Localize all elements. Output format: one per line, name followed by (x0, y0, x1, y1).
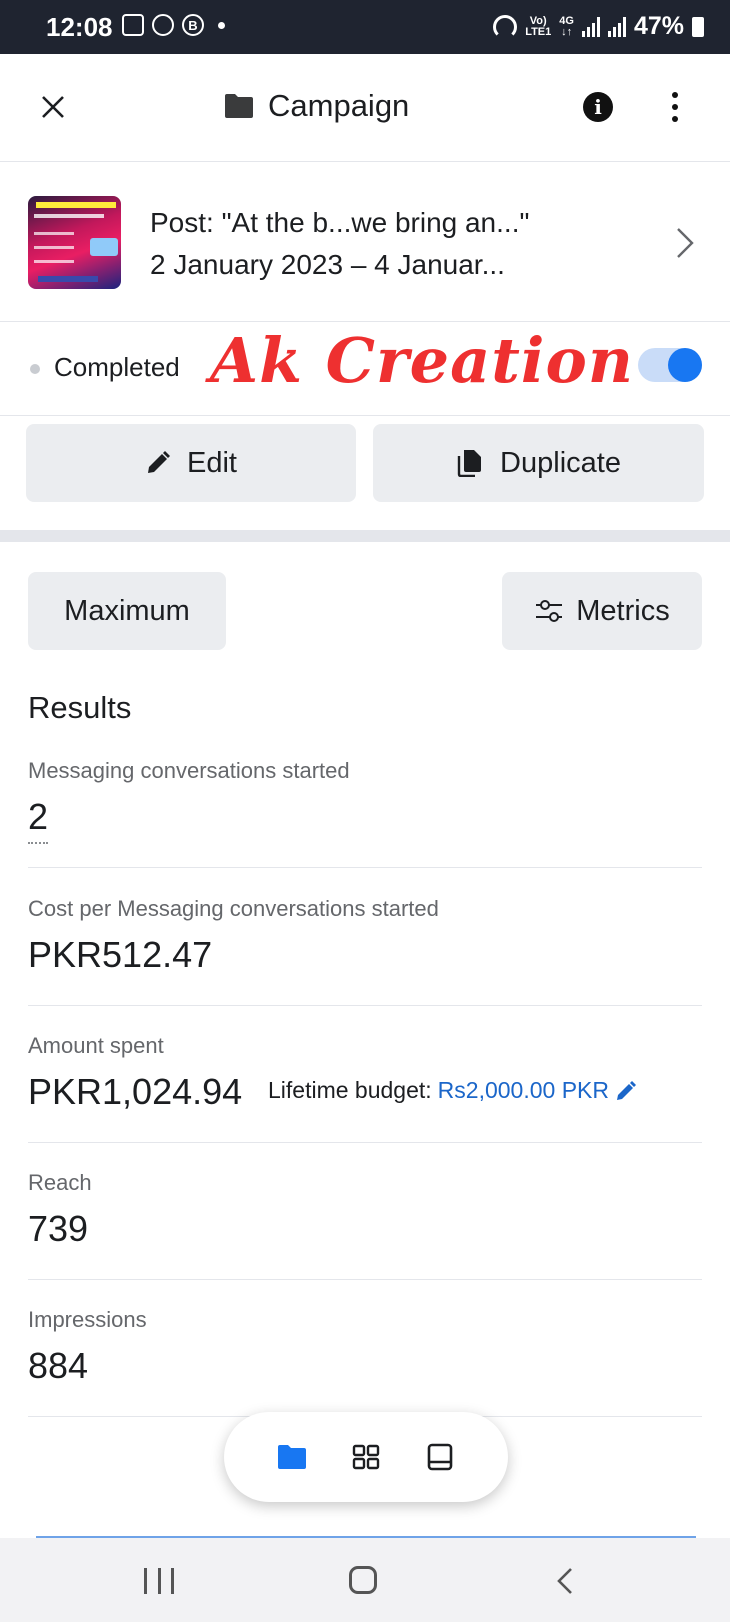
watermark-text: Ak Creation (210, 324, 634, 397)
lifetime-budget[interactable]: Lifetime budget: Rs2,000.00 PKR (268, 1077, 637, 1104)
data-arrows-label: ↓↑ (561, 25, 573, 38)
metric-label: Reach (28, 1170, 92, 1195)
clock: 12:08 (46, 12, 113, 42)
metric-reach: Reach 739 (28, 1170, 702, 1280)
signal-icon (581, 16, 600, 37)
date-range-label: Maximum (64, 594, 190, 627)
grid-view-icon[interactable] (350, 1442, 382, 1472)
notification-dot-icon (218, 21, 225, 29)
signal-icon-2 (607, 16, 626, 37)
metric-label: Cost per Messaging conversations started (28, 896, 439, 921)
metric-value[interactable]: 2 (28, 796, 49, 844)
metric-value: 884 (28, 1345, 89, 1386)
edit-label: Edit (187, 446, 237, 479)
whatsapp-business-icon: B (182, 14, 204, 36)
metrics-label: Metrics (576, 594, 670, 627)
chevron-right-icon (677, 228, 694, 258)
floating-view-switcher (224, 1412, 508, 1502)
home-icon[interactable] (349, 1566, 377, 1594)
hotspot-icon (493, 14, 518, 39)
ad-view-icon[interactable] (424, 1442, 456, 1472)
post-dates: 2 January 2023 – 4 Januar... (150, 249, 505, 280)
campaign-status-row: Completed Ak Creation (0, 322, 730, 416)
edit-budget-icon[interactable] (615, 1080, 637, 1102)
section-divider (0, 530, 730, 542)
sliders-icon (536, 600, 563, 622)
page-title: Campaign (268, 88, 410, 123)
status-dot-icon (30, 364, 40, 374)
results-heading: Results (28, 690, 132, 725)
folder-view-icon[interactable] (276, 1442, 308, 1472)
metric-messaging: Messaging conversations started 2 (28, 758, 702, 868)
top-app-bar: Campaign i (0, 54, 730, 162)
budget-label: Lifetime budget: (268, 1077, 432, 1103)
metrics-button[interactable]: Metrics (502, 572, 702, 650)
back-icon[interactable] (556, 1566, 574, 1596)
metric-value: PKR512.47 (28, 934, 213, 975)
duplicate-button[interactable]: Duplicate (373, 424, 704, 502)
duplicate-icon (457, 450, 482, 477)
metric-cost-per-result: Cost per Messaging conversations started… (28, 896, 702, 1006)
close-icon[interactable] (38, 92, 68, 122)
system-navigation-bar (0, 1538, 730, 1622)
info-icon[interactable]: i (583, 92, 613, 122)
date-range-button[interactable]: Maximum (28, 572, 226, 650)
post-summary-row[interactable]: Post: "At the b...we bring an..." 2 Janu… (0, 162, 730, 322)
recents-icon[interactable] (144, 1568, 174, 1594)
metric-label: Messaging conversations started (28, 758, 350, 783)
lte-label: LTE1 (525, 25, 552, 38)
metric-label: Impressions (28, 1307, 147, 1332)
status-label: Completed (54, 352, 180, 382)
duplicate-label: Duplicate (500, 446, 621, 479)
volte-label: Vo) (529, 14, 547, 27)
toggle-knob (668, 348, 702, 382)
metric-impressions: Impressions 884 (28, 1307, 702, 1417)
status-bar: 12:08 B Vo) LTE1 4G ↓↑ 47% (0, 0, 730, 54)
battery-icon (692, 16, 704, 37)
folder-icon (225, 94, 253, 118)
more-options-icon[interactable] (670, 92, 680, 122)
budget-value[interactable]: Rs2,000.00 PKR (438, 1077, 609, 1104)
post-thumbnail (28, 196, 121, 289)
edit-button[interactable]: Edit (26, 424, 356, 502)
battery-percent: 47% (633, 12, 684, 40)
gallery-icon (122, 14, 144, 36)
campaign-toggle[interactable] (638, 348, 702, 382)
metric-value: 739 (28, 1208, 89, 1249)
metric-label: Amount spent (28, 1033, 164, 1058)
post-title: Post: "At the b...we bring an..." (150, 207, 530, 238)
net-type-label: 4G (559, 14, 574, 27)
pencil-icon (148, 451, 170, 473)
whatsapp-icon (152, 14, 174, 36)
